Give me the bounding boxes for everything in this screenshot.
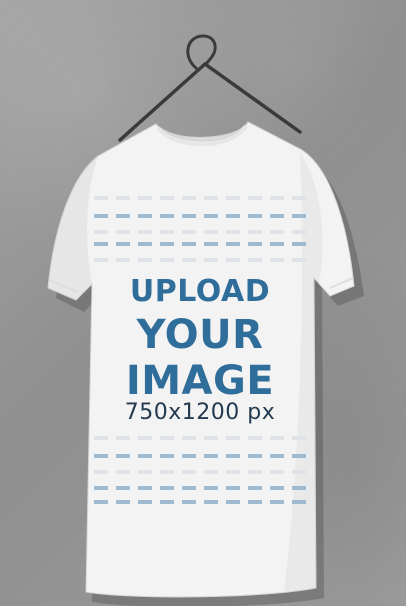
dash-row [94, 486, 306, 490]
dash-row [94, 500, 306, 504]
print-area-placeholder: UPLOAD YOUR IMAGE 750x1200 px [94, 192, 306, 512]
dash-row [94, 436, 306, 440]
dash-row [94, 454, 306, 458]
upload-line-3: IMAGE [125, 358, 275, 404]
dash-row [94, 214, 306, 218]
hanger [118, 34, 302, 142]
upload-dimensions: 750x1200 px [124, 400, 276, 425]
dash-row [94, 242, 306, 246]
tshirt-mockup-scene: UPLOAD YOUR IMAGE 750x1200 px [0, 0, 406, 606]
dash-row [94, 230, 306, 234]
upload-line-2: YOUR [136, 312, 264, 358]
upload-line-1: UPLOAD [129, 274, 271, 309]
dash-row [94, 258, 306, 262]
dash-row [94, 470, 306, 474]
dash-row [94, 196, 306, 200]
